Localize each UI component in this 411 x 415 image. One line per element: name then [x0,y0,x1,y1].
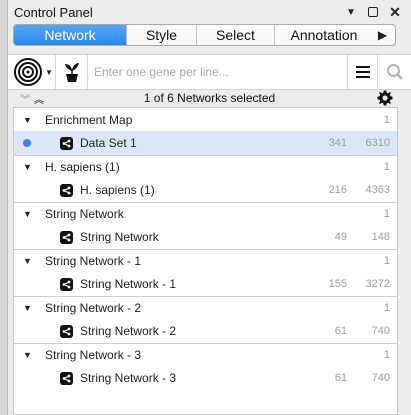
search-button[interactable] [377,55,411,89]
expand-triangle-icon[interactable]: ▼ [23,256,33,266]
network-style-dropdown[interactable]: ▼ [8,55,56,89]
current-network-indicator [23,139,31,147]
network-row[interactable]: String Network - 3 61 740 [14,366,397,390]
share-network-icon [60,230,73,244]
tab-select[interactable]: Select [197,25,275,45]
close-icon[interactable]: ✕ [389,4,401,20]
spiral-style-icon [14,58,42,86]
collection-count: 1 [383,302,390,314]
tab-scroll-right-icon[interactable]: ▶ [370,24,396,46]
gear-icon[interactable] [377,90,393,106]
node-count: 341 [328,137,347,149]
node-count: 61 [334,372,347,384]
collection-count: 1 [383,161,390,173]
edge-count: 3272 [365,278,390,290]
network-collection-row[interactable]: ▼ H. sapiens (1) 1 [14,155,397,178]
share-network-icon [60,277,73,291]
network-list: ▼ Enrichment Map 1 Data Set 1 341 6310 ▼… [13,107,398,415]
network-search-toolbar: ▼ [8,54,411,90]
tab-network[interactable]: Network [14,25,127,45]
network-name: H. sapiens (1) [80,183,155,197]
networks-selected-status: 1 of 6 Networks selected [143,91,276,105]
network-name: String Network - 1 [80,277,177,291]
network-row[interactable]: String Network 49 148 [14,225,397,249]
collection-name: String Network - 1 [45,254,142,268]
edge-count: 740 [371,325,390,337]
network-row[interactable]: String Network - 2 61 740 [14,319,397,343]
network-name: String Network - 3 [80,371,177,385]
network-name: String Network [80,230,159,244]
search-icon [386,64,403,80]
panel-titlebar: Control Panel ▼ ✕ [8,0,411,24]
network-row[interactable]: H. sapiens (1) 216 4363 [14,178,397,202]
network-collection-row[interactable]: ▼ String Network - 3 1 [14,343,397,366]
collection-name: String Network [45,207,124,221]
network-row-selected[interactable]: Data Set 1 341 6310 [14,131,397,155]
network-collection-row[interactable]: ▼ Enrichment Map 1 [14,108,397,131]
collection-count: 1 [383,113,390,126]
network-collection-row[interactable]: ▼ String Network - 2 1 [14,296,397,319]
collection-name: Enrichment Map [45,112,133,127]
hamburger-menu-icon [355,66,370,78]
collection-name: String Network - 2 [45,301,142,315]
expand-triangle-icon[interactable]: ▼ [23,115,33,125]
node-count: 61 [334,325,347,337]
edge-count: 6310 [365,137,390,149]
tab-bar: Network Style Select Annotation [13,24,396,46]
edge-count: 740 [371,372,390,384]
collection-name: H. sapiens (1) [45,160,120,174]
panel-title: Control Panel [14,4,93,20]
potted-plant-icon [64,63,79,82]
tab-style[interactable]: Style [127,25,197,45]
control-panel: Control Panel ▼ ✕ Network Style Select A… [8,0,411,415]
node-count: 49 [334,231,347,243]
search-options-menu-button[interactable] [347,55,377,89]
network-status-bar: 1 of 6 Networks selected ︾ ︽ [8,90,411,106]
network-name: Data Set 1 [80,136,137,150]
collection-count: 1 [383,208,390,220]
tab-annotation[interactable]: Annotation [275,25,373,45]
node-count: 155 [328,278,347,290]
share-network-icon [60,183,73,197]
collection-count: 1 [383,349,390,361]
edge-count: 148 [371,231,390,243]
network-name: String Network - 2 [80,324,177,338]
network-row[interactable]: String Network - 1 155 3272 [14,272,397,296]
panel-menu-icon[interactable]: ▼ [345,6,357,18]
collection-name: String Network - 3 [45,348,142,362]
collection-count: 1 [383,255,390,267]
expand-all-icon[interactable]: ︽ [34,91,44,106]
expand-triangle-icon[interactable]: ▼ [23,350,33,360]
edge-count: 4363 [365,184,390,196]
chevron-down-icon: ▼ [45,67,53,77]
gene-search-input[interactable] [88,55,347,89]
share-network-icon [60,371,73,385]
collapse-all-icon[interactable]: ︾ [20,91,30,106]
left-edge-strip [0,0,8,415]
float-window-icon[interactable] [367,6,379,18]
gene-search-source-button[interactable] [56,55,88,89]
expand-collapse-controls: ︾ ︽ [20,90,44,106]
expand-triangle-icon[interactable]: ▼ [23,162,33,172]
network-collection-row[interactable]: ▼ String Network - 1 1 [14,249,397,272]
expand-triangle-icon[interactable]: ▼ [23,209,33,219]
network-collection-row[interactable]: ▼ String Network 1 [14,202,397,225]
share-network-icon [60,136,73,150]
share-network-icon [60,324,73,338]
node-count: 216 [328,184,347,196]
expand-triangle-icon[interactable]: ▼ [23,303,33,313]
